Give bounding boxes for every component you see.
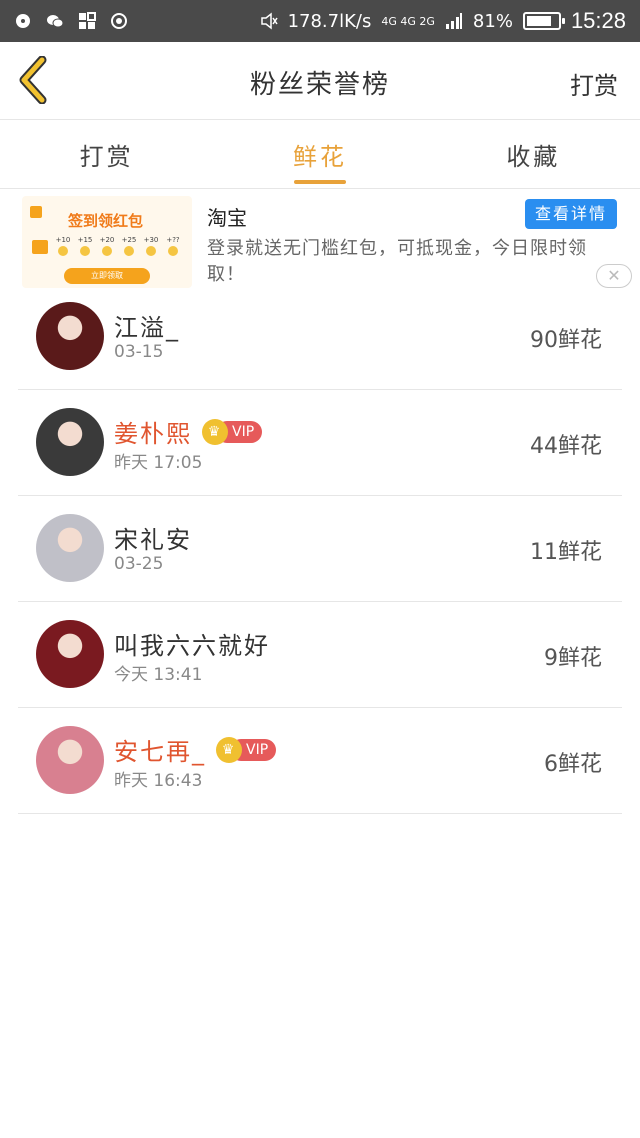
- ad-banner[interactable]: 签到领红包 +10 +15 +20 +25 +30 +?? 立即领取 淘宝 查看…: [0, 190, 640, 294]
- avatar[interactable]: [36, 408, 104, 476]
- mute-icon: [260, 12, 278, 30]
- avatar[interactable]: [36, 302, 104, 370]
- ad-coin: +??: [164, 236, 182, 262]
- ad-coin-row: +10 +15 +20 +25 +30 +??: [54, 236, 182, 262]
- ad-coin: +25: [120, 236, 138, 262]
- fan-date: 昨天 16:43: [114, 771, 203, 791]
- network-speed: 178.7lK/s: [287, 10, 372, 32]
- fan-name: 姜朴熙 ♛ VIP: [114, 414, 263, 449]
- list-item[interactable]: 姜朴熙 ♛ VIP 昨天 17:05 44鲜花: [18, 390, 622, 496]
- battery-percent: 81%: [472, 10, 513, 32]
- taobao-icon: [30, 206, 42, 218]
- fan-date: 03-25: [114, 554, 164, 574]
- crown-icon: ♛: [216, 736, 242, 763]
- ad-description: 登录就送无门槛红包，可抵现金，今日限时领取！: [207, 238, 587, 285]
- tab-bar: 打赏 鲜花 收藏: [0, 121, 640, 189]
- fan-name: 安七再_ ♛ VIP: [114, 732, 277, 767]
- fan-name: 宋礼安: [114, 526, 192, 554]
- flower-count: 6鲜花: [544, 752, 602, 777]
- vip-badge: ♛ VIP: [216, 736, 277, 763]
- record-icon: [111, 13, 127, 29]
- flower-count: 9鲜花: [544, 646, 602, 671]
- vip-badge: ♛ VIP: [202, 418, 263, 445]
- chat-bubble-icon: [16, 14, 30, 28]
- flower-count: 11鲜花: [530, 540, 602, 565]
- ad-coin: +20: [98, 236, 116, 262]
- status-left-icons: [14, 12, 128, 30]
- avatar[interactable]: [36, 620, 104, 688]
- ad-coin: +15: [76, 236, 94, 262]
- header: 粉丝荣誉榜 打赏: [0, 42, 640, 120]
- tab-favorites[interactable]: 收藏: [427, 121, 640, 188]
- signal-icon: [445, 13, 462, 29]
- ad-coin: +30: [142, 236, 160, 262]
- check-icon: [32, 240, 48, 254]
- battery-icon: [522, 12, 565, 30]
- ad-details-button[interactable]: 查看详情: [525, 199, 617, 229]
- flower-count: 90鲜花: [530, 328, 602, 353]
- ad-image-button: 立即领取: [64, 268, 150, 284]
- fan-date: 今天 13:41: [114, 665, 203, 685]
- tab-reward[interactable]: 打赏: [0, 121, 213, 188]
- flower-count: 44鲜花: [530, 434, 602, 459]
- list-item[interactable]: 叫我六六就好 今天 13:41 9鲜花: [18, 602, 622, 708]
- ad-image-title: 签到领红包: [68, 212, 144, 230]
- wechat-icon: [47, 15, 64, 28]
- status-bar: 178.7lK/s 4G 4G 2G 81% 15:28: [0, 0, 640, 42]
- fan-date: 昨天 17:05: [114, 453, 203, 473]
- list-item[interactable]: 宋礼安 03-25 11鲜花: [18, 496, 622, 602]
- apps-grid-icon: [79, 12, 96, 29]
- fan-name: 江溢_: [114, 314, 180, 342]
- avatar[interactable]: [36, 514, 104, 582]
- list-item[interactable]: 安七再_ ♛ VIP 昨天 16:43 6鲜花: [18, 708, 622, 814]
- list-item[interactable]: 江溢_ 03-15 90鲜花: [18, 284, 622, 390]
- reward-button[interactable]: 打赏: [570, 66, 618, 101]
- battery-fill: [526, 16, 551, 26]
- fan-date: 03-15: [114, 342, 164, 362]
- clock: 15:28: [570, 8, 626, 33]
- fan-list: 江溢_ 03-15 90鲜花 姜朴熙 ♛ VIP 昨天 17:05 44鲜花 宋…: [18, 284, 622, 814]
- ad-coin: +10: [54, 236, 72, 262]
- crown-icon: ♛: [202, 418, 228, 445]
- fan-name: 叫我六六就好: [114, 632, 270, 660]
- network-type: 4G 4G 2G: [381, 14, 435, 28]
- tab-flowers[interactable]: 鲜花: [213, 121, 426, 188]
- ad-image[interactable]: 签到领红包 +10 +15 +20 +25 +30 +?? 立即领取: [22, 196, 192, 288]
- avatar[interactable]: [36, 726, 104, 794]
- page-title: 粉丝荣誉榜: [249, 70, 390, 100]
- status-right: 178.7lK/s 4G 4G 2G 81% 15:28: [260, 8, 626, 34]
- ad-brand: 淘宝: [207, 206, 247, 230]
